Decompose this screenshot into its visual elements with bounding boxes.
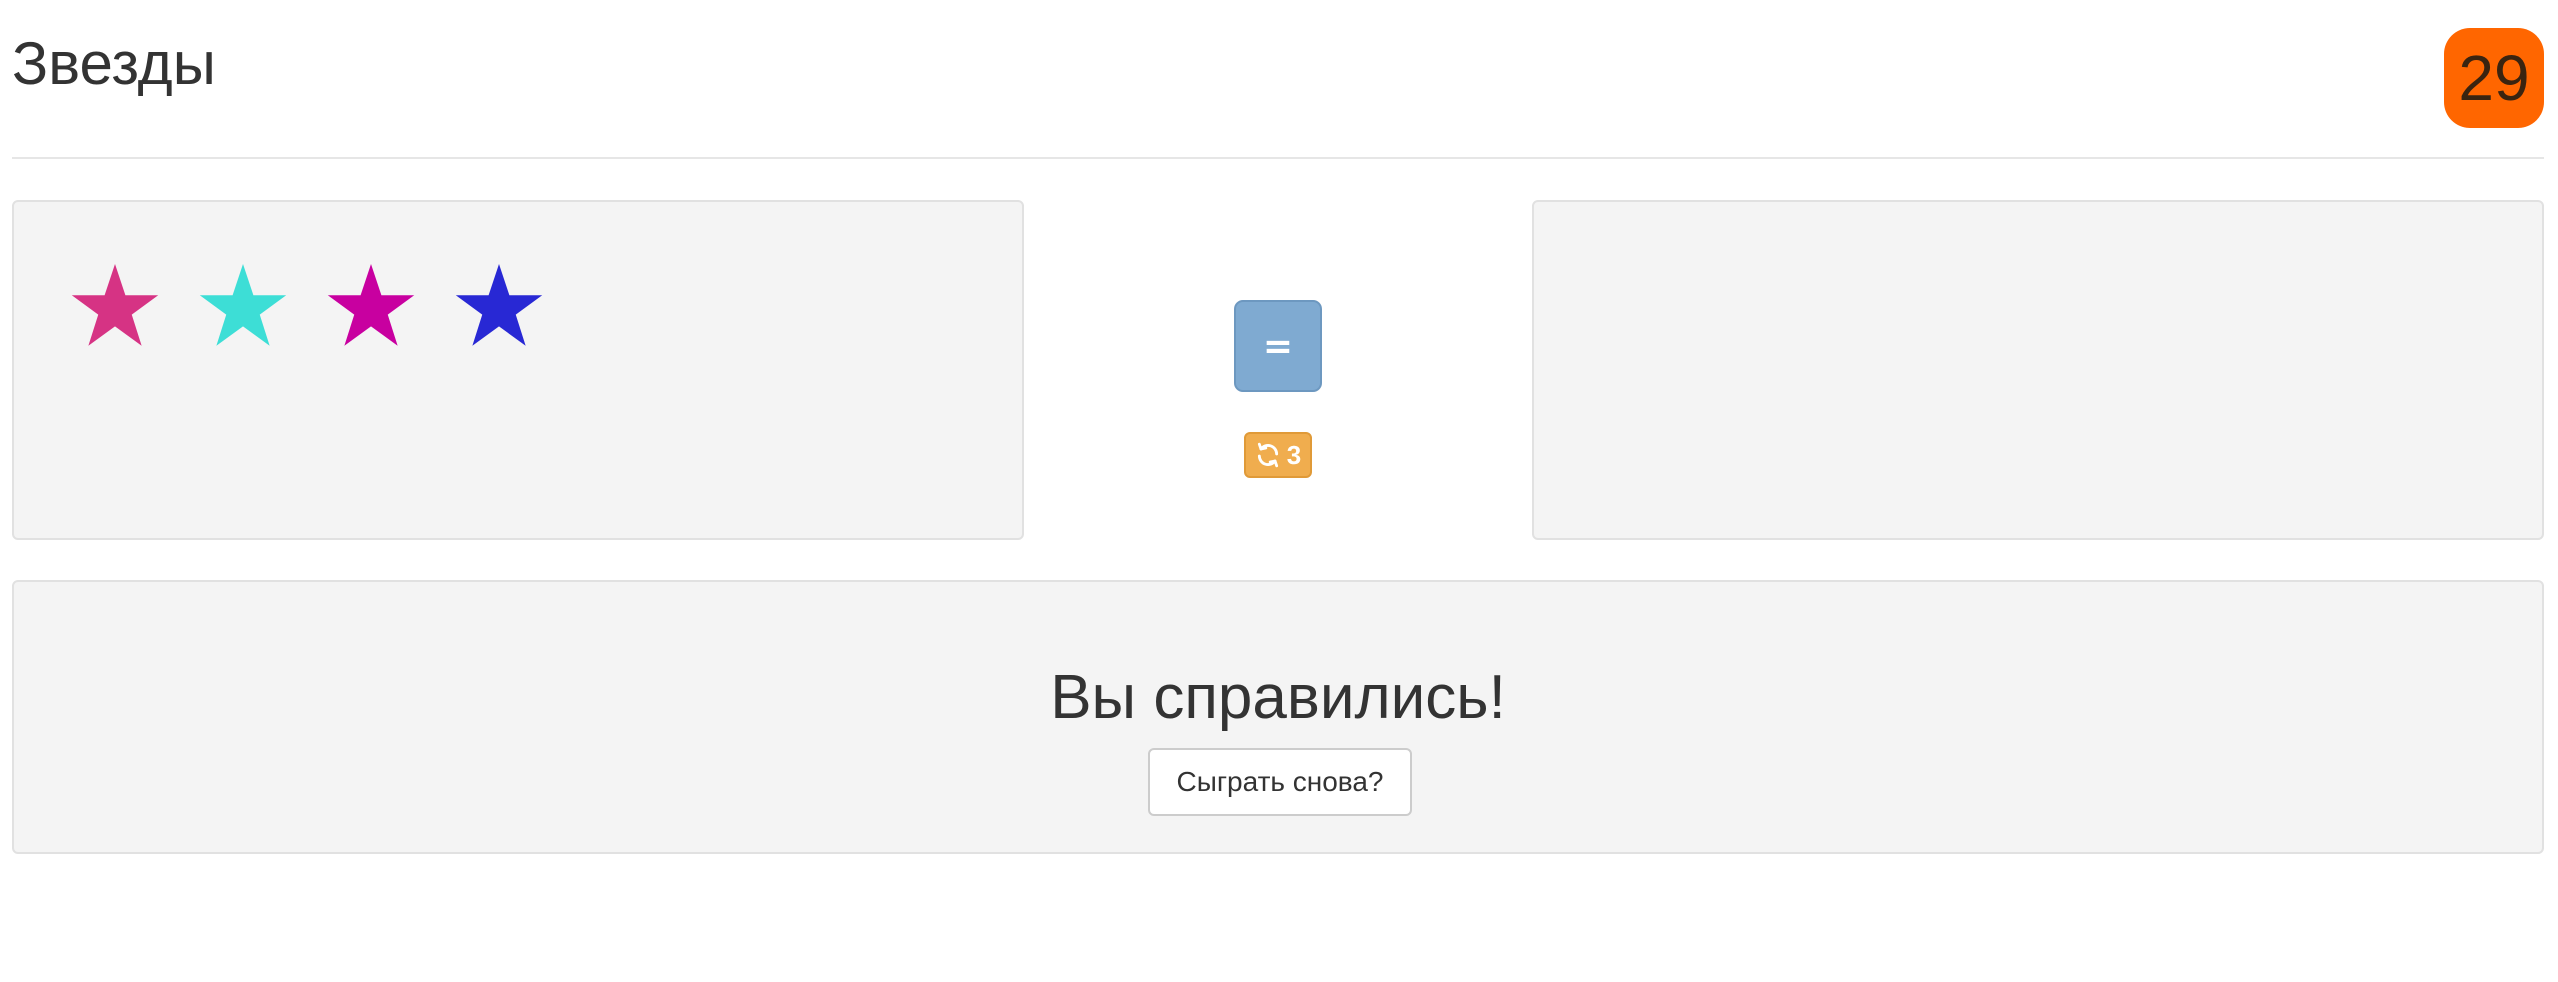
success-message: Вы справились! xyxy=(1050,663,1506,732)
left-star-panel[interactable] xyxy=(12,200,1024,540)
equals-button[interactable]: = xyxy=(1234,300,1322,392)
result-panel: Вы справились! Сыграть снова? xyxy=(12,580,2544,854)
star-icon[interactable] xyxy=(70,264,160,346)
retry-button[interactable]: 3 xyxy=(1244,432,1312,478)
play-again-button[interactable]: Сыграть снова? xyxy=(1148,748,1412,816)
star-icon[interactable] xyxy=(198,264,288,346)
timer-badge: 29 xyxy=(2444,28,2544,128)
retry-count: 3 xyxy=(1286,439,1302,470)
header-divider xyxy=(12,157,2544,159)
refresh-icon xyxy=(1257,442,1278,468)
star-icon[interactable] xyxy=(454,264,544,346)
right-star-panel[interactable] xyxy=(1532,200,2544,540)
star-icon[interactable] xyxy=(326,264,416,346)
page-title: Звезды xyxy=(12,30,216,97)
